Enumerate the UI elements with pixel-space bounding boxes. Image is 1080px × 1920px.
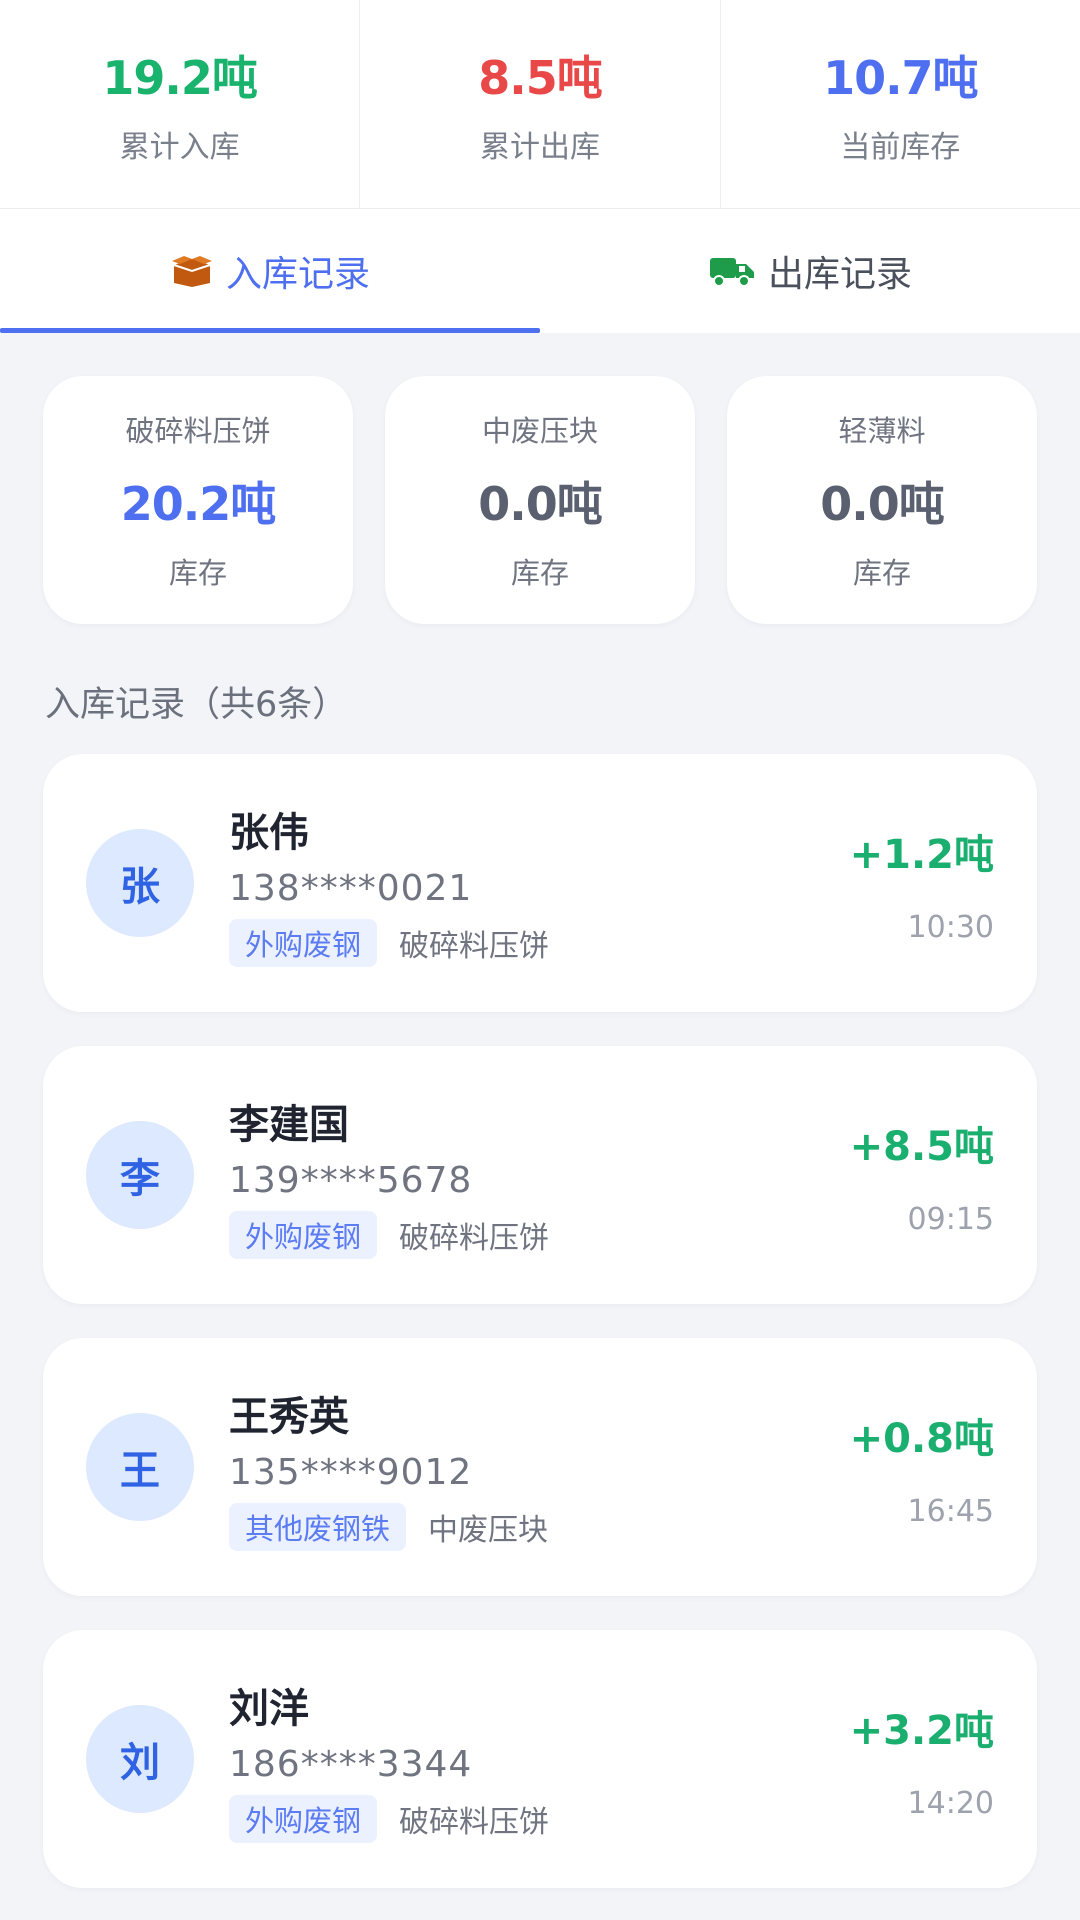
source-tag: 其他废钢铁 xyxy=(229,1502,407,1551)
record-info: 刘洋 186****3344 外购废钢 破碎料压饼 xyxy=(229,1676,850,1843)
list-item[interactable]: 刘 刘洋 186****3344 外购废钢 破碎料压饼 +3.2吨 14:20 xyxy=(43,1630,1037,1888)
record-tags: 其他废钢铁 中废压块 xyxy=(229,1502,850,1551)
stat-total-out: 8.5吨 累计出库 xyxy=(360,0,721,208)
avatar: 刘 xyxy=(86,1705,194,1813)
record-right: +0.8吨 16:45 xyxy=(850,1406,994,1529)
material-value: 20.2吨 xyxy=(120,477,276,531)
box-icon xyxy=(171,256,212,287)
record-time: 09:15 xyxy=(907,1201,994,1237)
stat-label: 累计入库 xyxy=(119,130,240,165)
record-list: 张 张伟 138****0021 外购废钢 破碎料压饼 +1.2吨 10:30 … xyxy=(0,754,1080,1888)
record-tags: 外购废钢 破碎料压饼 xyxy=(229,1794,850,1843)
stat-value: 8.5吨 xyxy=(478,51,602,105)
record-time: 16:45 xyxy=(907,1493,994,1529)
record-name: 刘洋 xyxy=(229,1685,309,1732)
tab-label: 出库记录 xyxy=(767,254,912,295)
record-time: 14:20 xyxy=(907,1785,994,1821)
material-unit: 库存 xyxy=(168,556,227,590)
record-material: 破碎料压饼 xyxy=(399,1804,550,1840)
stat-label: 累计出库 xyxy=(479,130,600,165)
record-amount: +3.2吨 xyxy=(849,1707,994,1754)
material-stock-cards: 破碎料压饼 20.2吨 库存 中废压块 0.0吨 库存 轻薄料 0.0吨 库存 xyxy=(0,333,1080,624)
stat-total-in: 19.2吨 累计入库 xyxy=(0,0,361,208)
material-unit: 库存 xyxy=(852,556,911,590)
list-item[interactable]: 张 张伟 138****0021 外购废钢 破碎料压饼 +1.2吨 10:30 xyxy=(43,754,1037,1012)
list-item[interactable]: 李 李建国 139****5678 外购废钢 破碎料压饼 +8.5吨 09:15 xyxy=(43,1046,1037,1304)
stat-current-stock: 10.7吨 当前库存 xyxy=(721,0,1080,208)
record-phone: 135****9012 xyxy=(229,1451,473,1493)
source-tag: 外购废钢 xyxy=(229,1794,378,1843)
record-name: 张伟 xyxy=(229,809,309,856)
record-right: +1.2吨 10:30 xyxy=(850,822,994,945)
record-material: 破碎料压饼 xyxy=(399,928,550,964)
tab-label: 入库记录 xyxy=(225,254,370,295)
record-phone: 186****3344 xyxy=(229,1743,473,1785)
material-name: 破碎料压饼 xyxy=(125,414,271,448)
avatar: 张 xyxy=(86,829,194,937)
summary-stats: 19.2吨 累计入库 8.5吨 累计出库 10.7吨 当前库存 xyxy=(0,0,1080,209)
record-amount: +8.5吨 xyxy=(849,1123,994,1170)
material-name: 中废压块 xyxy=(481,414,598,448)
record-info: 李建国 139****5678 外购废钢 破碎料压饼 xyxy=(229,1092,850,1259)
record-tags: 外购废钢 破碎料压饼 xyxy=(229,918,850,967)
truck-icon xyxy=(709,258,754,287)
material-card[interactable]: 轻薄料 0.0吨 库存 xyxy=(727,376,1037,624)
section-title: 入库记录（共6条） xyxy=(45,685,348,725)
record-info: 张伟 138****0021 外购废钢 破碎料压饼 xyxy=(229,800,850,967)
stat-label: 当前库存 xyxy=(840,130,961,165)
material-unit: 库存 xyxy=(510,556,569,590)
tab-outbound[interactable]: 出库记录 xyxy=(540,209,1080,333)
material-card[interactable]: 中废压块 0.0吨 库存 xyxy=(385,376,695,624)
material-card[interactable]: 破碎料压饼 20.2吨 库存 xyxy=(43,376,353,624)
record-name: 李建国 xyxy=(229,1101,349,1148)
record-phone: 138****0021 xyxy=(229,867,473,909)
stat-value: 10.7吨 xyxy=(823,51,978,105)
source-tag: 外购废钢 xyxy=(229,1210,378,1259)
material-value: 0.0吨 xyxy=(820,477,944,531)
record-material: 破碎料压饼 xyxy=(399,1220,550,1256)
record-material: 中废压块 xyxy=(428,1512,549,1548)
material-value: 0.0吨 xyxy=(478,477,602,531)
record-tabs: 入库记录 出库记录 xyxy=(0,209,1080,333)
record-right: +8.5吨 09:15 xyxy=(850,1114,994,1237)
list-item[interactable]: 王 王秀英 135****9012 其他废钢铁 中废压块 +0.8吨 16:45 xyxy=(43,1338,1037,1596)
record-amount: +1.2吨 xyxy=(849,831,994,878)
tab-inbound[interactable]: 入库记录 xyxy=(0,209,540,333)
record-info: 王秀英 135****9012 其他废钢铁 中废压块 xyxy=(229,1384,850,1551)
stat-value: 19.2吨 xyxy=(102,51,257,105)
avatar: 李 xyxy=(86,1121,194,1229)
record-name: 王秀英 xyxy=(229,1393,349,1440)
source-tag: 外购废钢 xyxy=(229,918,378,967)
record-phone: 139****5678 xyxy=(229,1159,473,1201)
record-right: +3.2吨 14:20 xyxy=(850,1698,994,1821)
record-tags: 外购废钢 破碎料压饼 xyxy=(229,1210,850,1259)
avatar: 王 xyxy=(86,1413,194,1521)
material-name: 轻薄料 xyxy=(838,414,926,448)
record-time: 10:30 xyxy=(907,909,994,945)
record-amount: +0.8吨 xyxy=(849,1415,994,1462)
